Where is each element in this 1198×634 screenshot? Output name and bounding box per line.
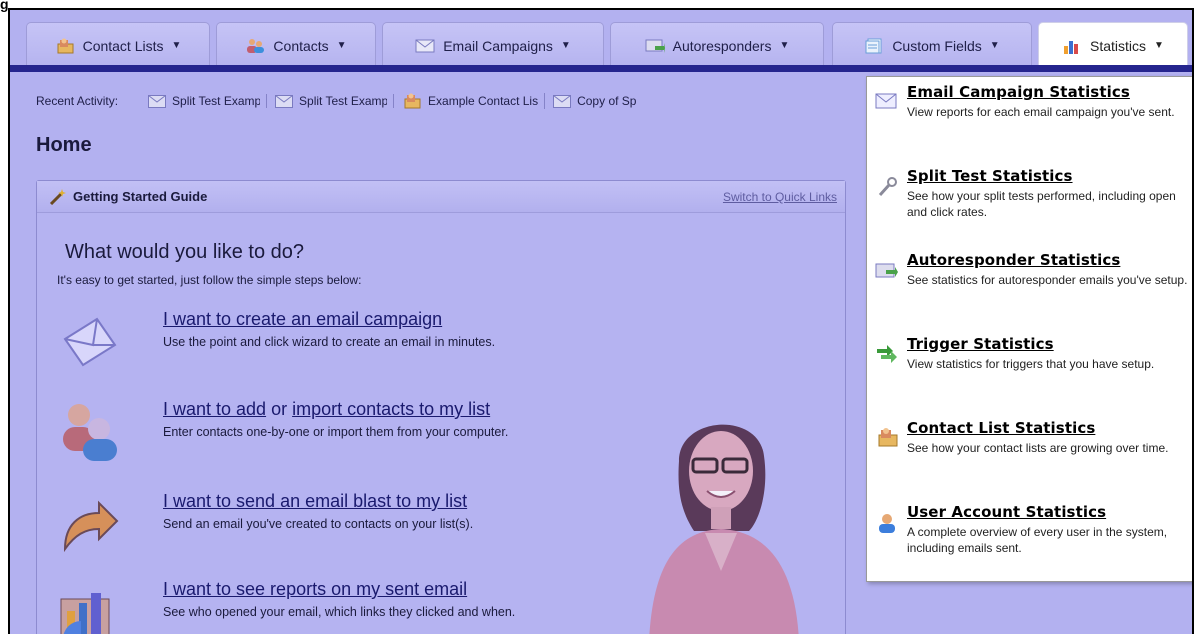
recent-item-label: Example Contact Lis (428, 94, 539, 108)
tab-label: Autoresponders (672, 37, 772, 54)
envelope-icon (63, 317, 117, 367)
tab-email-campaigns[interactable]: Email Campaigns ▼ (382, 22, 604, 68)
step-link: I want to send an email blast to my list (163, 491, 467, 512)
menu-item-contact-list-statistics[interactable]: Contact List Statistics See how your con… (867, 419, 1192, 499)
contacts-icon (63, 404, 117, 461)
user-account-icon (879, 514, 895, 533)
chevron-down-icon: ▼ (1154, 40, 1164, 51)
menu-item-user-account-statistics[interactable]: User Account Statistics A complete overv… (867, 503, 1192, 583)
page-title: Home (36, 134, 92, 156)
recent-item[interactable]: Split Test Example V (148, 94, 268, 108)
woman-photo (649, 424, 799, 634)
step-see-reports: I want to see reports on my sent email S… (57, 579, 617, 634)
menu-item-description: View statistics for triggers that you ha… (907, 357, 1155, 371)
tab-contact-lists[interactable]: Contact Lists ▼ (26, 22, 210, 68)
split-test-icon (878, 177, 897, 197)
step-description: Enter contacts one-by-one or import them… (163, 425, 509, 439)
menu-item-description: See how your split tests performed, incl… (907, 189, 1176, 219)
step-link: I want to add or import contacts to my l… (163, 399, 490, 420)
tab-autoresponders[interactable]: Autoresponders ▼ (610, 22, 824, 68)
app-frame: Contact Lists ▼ Contacts ▼ Email Campaigns… (8, 8, 1194, 634)
recent-item-label: Split Test Example V (172, 94, 261, 108)
tab-contacts[interactable]: Contacts ▼ (216, 22, 376, 68)
recent-activity-label: Recent Activity: (36, 94, 119, 108)
getting-started-panel: Getting Started Guide Switch to Quick Li… (36, 180, 846, 634)
add-contacts-link[interactable]: I want to add (163, 399, 266, 419)
step-add-contacts: I want to add or import contacts to my l… (57, 399, 617, 469)
tab-label: Contact Lists (82, 37, 164, 54)
menu-item-title: Autoresponder Statistics (907, 251, 1121, 269)
guide-subtitle: It's easy to get started, just follow th… (57, 273, 362, 287)
step-description: Send an email you've created to contacts… (163, 517, 474, 531)
link-separator: or (266, 399, 293, 419)
create-email-campaign-link[interactable]: I want to create an email campaign (163, 309, 442, 329)
menu-item-title: User Account Statistics (907, 503, 1107, 521)
panel-title: Getting Started Guide (73, 189, 208, 204)
custom-fields-icon (865, 38, 882, 53)
tab-label: Contacts (273, 37, 329, 54)
autoresponder-icon (875, 263, 898, 278)
switch-to-quick-links-link[interactable]: Switch to Quick Links (723, 190, 837, 204)
statistics-dropdown-menu: Email Campaign Statistics View reports f… (866, 76, 1192, 583)
tab-label: Statistics (1090, 37, 1147, 54)
contact-lists-icon (404, 93, 421, 109)
import-contacts-link[interactable]: import contacts to my list (292, 399, 490, 419)
statistics-icon (1064, 40, 1079, 54)
wand-icon (49, 188, 66, 205)
menu-item-description: See statistics for autoresponder emails … (907, 273, 1188, 287)
trigger-icon (877, 345, 897, 363)
panel-header: Getting Started Guide Switch to Quick Li… (37, 181, 845, 213)
menu-item-description: A complete overview of every user in the… (907, 525, 1168, 555)
email-icon (415, 39, 435, 52)
menu-item-description: See how your contact lists are growing o… (907, 441, 1169, 455)
menu-item-description: View reports for each email campaign you… (907, 105, 1175, 119)
step-send-blast: I want to send an email blast to my list… (57, 491, 617, 561)
menu-item-split-test-statistics[interactable]: Split Test Statistics See how your split… (867, 167, 1192, 247)
contacts-icon (247, 38, 265, 53)
reports-chart-icon (60, 593, 110, 634)
menu-item-title: Contact List Statistics (907, 419, 1096, 437)
step-link: I want to create an email campaign (163, 309, 442, 330)
step-description: See who opened your email, which links t… (163, 605, 516, 619)
contact-lists-icon (878, 428, 898, 447)
email-icon (275, 94, 294, 108)
see-reports-link[interactable]: I want to see reports on my sent email (163, 579, 467, 599)
tab-statistics[interactable]: Statistics ▼ (1038, 22, 1188, 68)
menu-item-email-campaign-statistics[interactable]: Email Campaign Statistics View reports f… (867, 83, 1192, 163)
recent-activity-bar: Recent Activity: Split Test Example V Sp… (10, 72, 860, 130)
contact-lists-icon (57, 38, 74, 53)
step-description: Use the point and click wizard to create… (163, 335, 496, 349)
tab-label: Email Campaigns (443, 37, 553, 54)
chevron-down-icon: ▼ (989, 40, 1000, 51)
send-email-blast-link[interactable]: I want to send an email blast to my list (163, 491, 467, 511)
menu-item-title: Trigger Statistics (907, 335, 1054, 353)
recent-item[interactable]: Example Contact Lis (402, 93, 546, 109)
menu-item-trigger-statistics[interactable]: Trigger Statistics View statistics for t… (867, 335, 1192, 415)
menu-item-title: Email Campaign Statistics (907, 83, 1130, 101)
tab-label: Custom Fields (892, 37, 982, 54)
menu-item-autoresponder-statistics[interactable]: Autoresponder Statistics See statistics … (867, 251, 1192, 331)
guide-question: What would you like to do? (65, 241, 305, 263)
tab-bar: Contact Lists ▼ Contacts ▼ Email Campaigns… (10, 10, 1192, 68)
chevron-down-icon: ▼ (336, 40, 347, 51)
autoresponder-icon (645, 39, 665, 53)
step-create-campaign: I want to create an email campaign Use t… (57, 309, 617, 379)
send-arrow-icon (63, 500, 119, 553)
tab-underline-bar (10, 65, 1192, 72)
recent-item-label: Copy of Sp (577, 94, 637, 108)
menu-item-title: Split Test Statistics (907, 167, 1073, 185)
chevron-down-icon: ▼ (171, 40, 182, 51)
recent-item[interactable]: Split Test Example V (275, 94, 395, 108)
email-icon (553, 94, 572, 108)
chevron-down-icon: ▼ (779, 40, 790, 51)
email-icon (875, 93, 897, 109)
recent-item-label: Split Test Example V (299, 94, 388, 108)
email-icon (148, 94, 167, 108)
step-link: I want to see reports on my sent email (163, 579, 467, 600)
recent-item[interactable]: Copy of Sp (553, 94, 642, 108)
tab-custom-fields[interactable]: Custom Fields ▼ (832, 22, 1032, 68)
chevron-down-icon: ▼ (560, 40, 571, 51)
